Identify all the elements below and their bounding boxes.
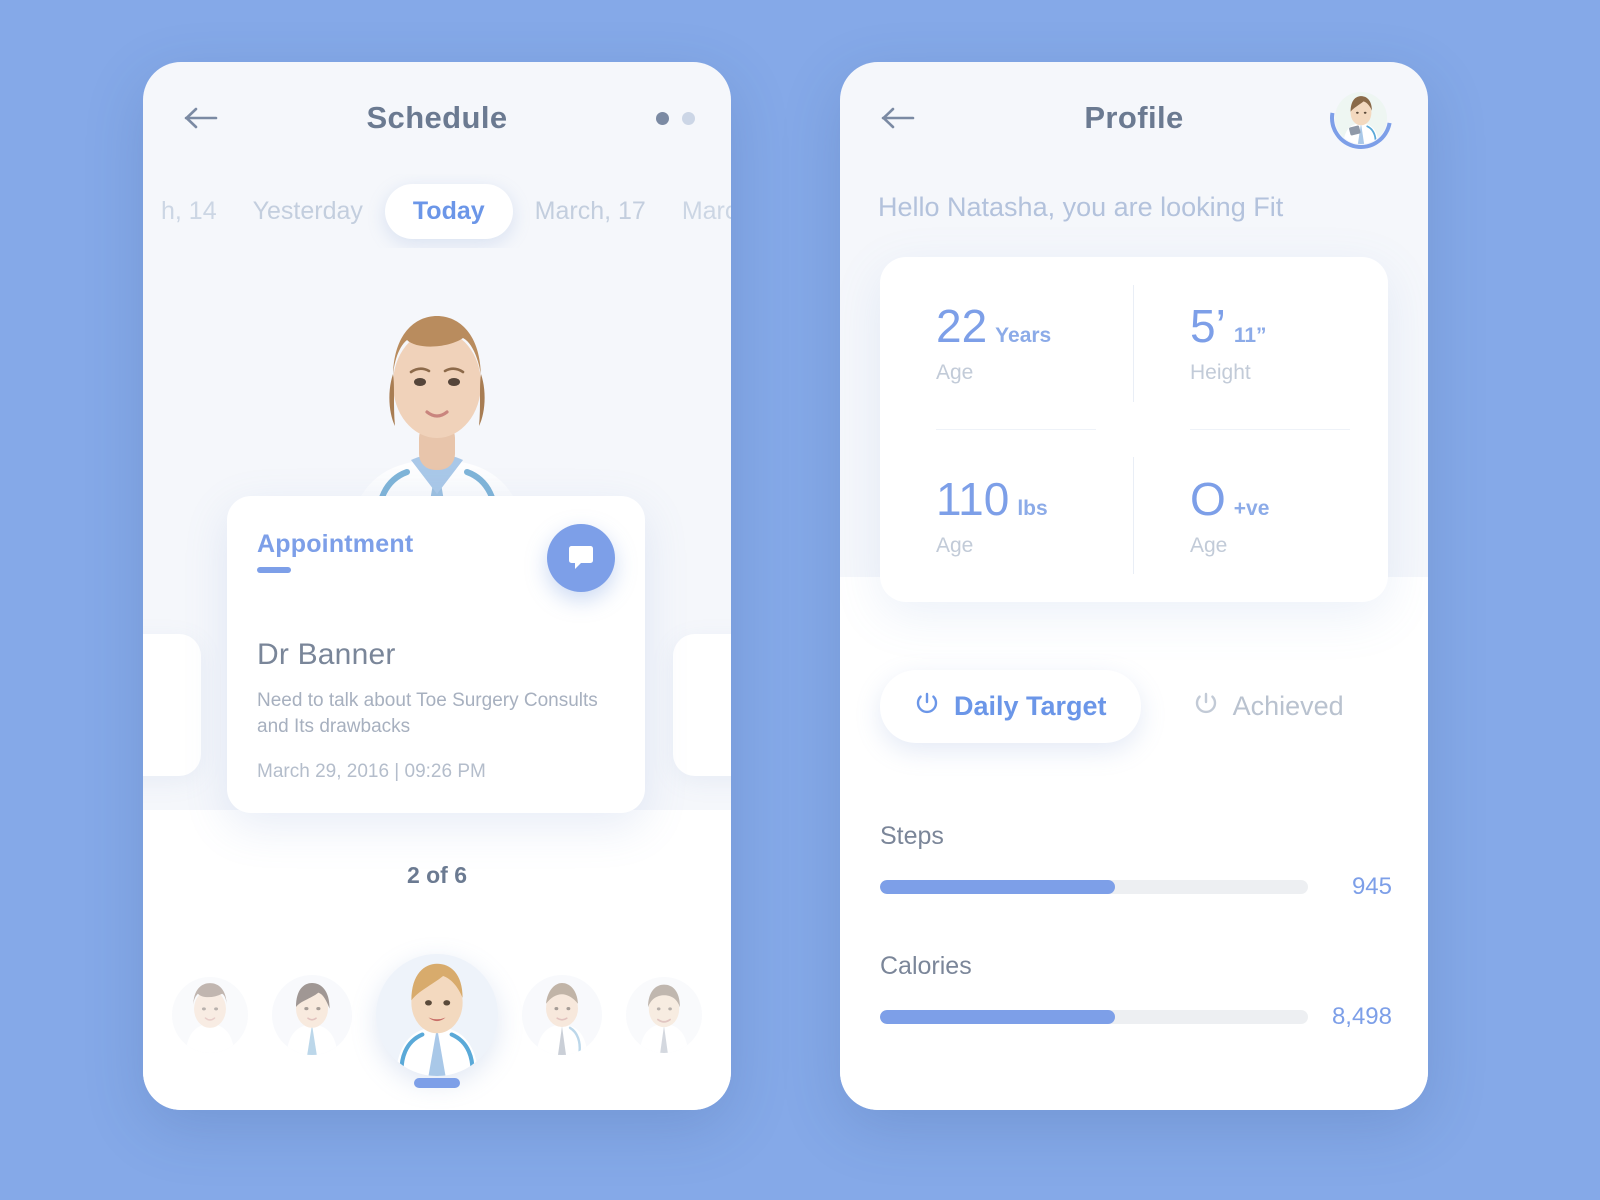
stat-value: 110 xyxy=(936,472,1010,525)
avatar-image xyxy=(376,954,498,1076)
avatar-doctor-2[interactable] xyxy=(272,975,352,1055)
appointment-card-header: Appointment xyxy=(257,524,615,592)
progress-track[interactable] xyxy=(880,1010,1308,1024)
appointment-description: Need to talk about Toe Surgery Consults … xyxy=(257,690,598,737)
stats-card: 22 Years Age 5’ 11” Height 110 lbs Age O… xyxy=(880,257,1388,602)
appointment-counter: 2 of 6 xyxy=(406,862,468,888)
home-indicator[interactable] xyxy=(414,1078,460,1088)
progress-value: 945 xyxy=(1351,873,1392,900)
stat-unit: 11” xyxy=(1233,324,1267,347)
stat-value: 22 xyxy=(936,300,988,352)
tab-label: Achieved xyxy=(1232,691,1344,721)
avatar-image xyxy=(522,975,602,1055)
back-button[interactable] xyxy=(179,96,223,140)
stat-unit: lbs xyxy=(1017,496,1048,520)
progress-calories: Calories 8,498 xyxy=(880,952,1392,1031)
doctor-avatar-carousel[interactable] xyxy=(143,950,731,1080)
date-tab-0[interactable]: h, 14 xyxy=(147,197,231,226)
stat-unit: Years xyxy=(995,324,1052,347)
avatar-doctor-3-selected[interactable] xyxy=(376,954,498,1076)
avatar-doctor-1[interactable] xyxy=(172,977,248,1053)
date-tab-1[interactable]: Yesterday xyxy=(239,197,377,226)
avatar-image xyxy=(626,977,702,1053)
progress-fill xyxy=(880,880,1116,894)
appointment-underline xyxy=(257,567,291,573)
stat-caption: Age xyxy=(936,361,974,384)
page-title: Schedule xyxy=(366,100,508,135)
date-tab-4[interactable]: March xyxy=(668,197,731,226)
card-peek-right[interactable] xyxy=(673,634,731,776)
stat-value-group: 5’ 11” xyxy=(1190,303,1388,349)
arrow-left-icon xyxy=(881,106,915,130)
progress-label: Steps xyxy=(880,822,944,850)
chat-button[interactable] xyxy=(547,524,615,592)
stat-value: O xyxy=(1190,472,1226,525)
schedule-screen: Schedule h, 14 Yesterday Today March, 17… xyxy=(143,62,731,1110)
avatar-doctor-5[interactable] xyxy=(626,977,702,1053)
power-target-icon xyxy=(1193,690,1219,723)
avatar-image xyxy=(272,975,352,1055)
back-button[interactable] xyxy=(876,96,920,140)
avatar-image xyxy=(172,977,248,1053)
card-peek-left[interactable] xyxy=(143,634,201,776)
stat-value: 5’ xyxy=(1190,300,1226,352)
page-dot-active[interactable] xyxy=(656,111,669,125)
avatar-doctor-4[interactable] xyxy=(522,975,602,1055)
appointment-label: Appointment xyxy=(257,530,414,558)
progress-label: Calories xyxy=(880,952,972,980)
profile-topbar: Profile xyxy=(840,62,1428,174)
profile-tabs[interactable]: Daily Target Achieved xyxy=(880,670,1378,743)
stat-caption: Height xyxy=(1190,361,1251,384)
doctor-name: Dr Banner xyxy=(257,638,396,671)
stat-caption: Age xyxy=(1190,533,1228,557)
progress-fill xyxy=(880,1010,1116,1024)
page-indicator[interactable] xyxy=(656,111,695,125)
stat-age: 22 Years Age xyxy=(880,257,1134,430)
progress-row: 8,498 xyxy=(880,1003,1392,1031)
date-tab-today[interactable]: Today xyxy=(384,183,513,239)
date-tab-3[interactable]: March, 17 xyxy=(521,197,660,226)
profile-avatar-button[interactable] xyxy=(1317,74,1405,162)
tab-achieved[interactable]: Achieved xyxy=(1159,670,1378,743)
stat-unit: +ve xyxy=(1233,496,1270,520)
tab-daily-target[interactable]: Daily Target xyxy=(880,670,1141,743)
stat-value-group: O +ve xyxy=(1190,476,1388,522)
tab-label: Daily Target xyxy=(954,691,1107,721)
stat-value-group: 22 Years xyxy=(936,303,1134,349)
date-tab-strip[interactable]: h, 14 Yesterday Today March, 17 March xyxy=(143,174,731,248)
screenshot-stage: Schedule h, 14 Yesterday Today March, 17… xyxy=(0,0,1600,1200)
appointment-datetime: March 29, 2016 | 09:26 PM xyxy=(257,761,486,783)
progress-value: 8,498 xyxy=(1331,1003,1392,1030)
chat-bubble-icon xyxy=(566,542,596,575)
user-avatar-icon xyxy=(1335,92,1387,144)
stat-value-group: 110 lbs xyxy=(936,476,1134,522)
schedule-topbar: Schedule xyxy=(143,62,731,174)
stat-weight: 110 lbs Age xyxy=(880,430,1134,603)
progress-row: 945 xyxy=(880,873,1392,901)
page-dot-inactive[interactable] xyxy=(682,111,695,125)
power-target-icon xyxy=(914,690,940,723)
stat-height: 5’ 11” Height xyxy=(1134,257,1388,430)
profile-screen: Profile Hello Natasha, you are looking F… xyxy=(840,62,1428,1110)
stat-blood-group: O +ve Age xyxy=(1134,430,1388,603)
stat-caption: Age xyxy=(936,533,974,557)
progress-track[interactable] xyxy=(880,880,1308,894)
arrow-left-icon xyxy=(184,106,218,130)
appointment-label-group: Appointment xyxy=(257,530,413,573)
greeting-text: Hello Natasha, you are looking Fit xyxy=(878,192,1284,222)
progress-steps: Steps 945 xyxy=(880,822,1392,901)
appointment-card[interactable]: Appointment Dr Banner Need to talk about… xyxy=(227,496,645,814)
